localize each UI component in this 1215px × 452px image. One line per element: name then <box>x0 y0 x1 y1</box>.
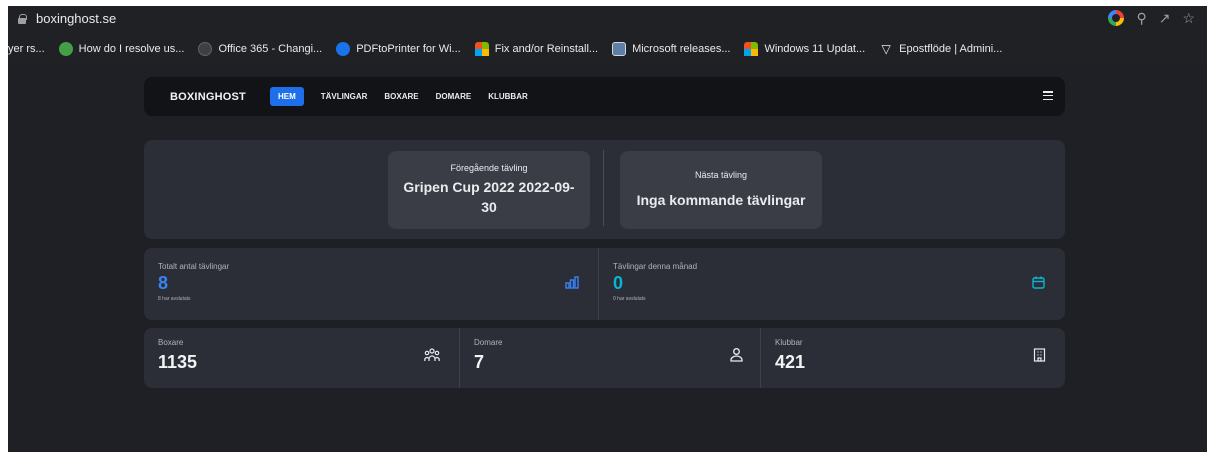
nav-menu: HEM TÄVLINGAR BOXARE DOMARE KLUBBAR <box>269 87 528 106</box>
microsoft-logo-icon <box>474 42 489 56</box>
next-competition-value: Inga kommande tävlingar <box>636 192 806 208</box>
share-icon[interactable]: ↗ <box>1159 10 1171 26</box>
nav-item-boxare[interactable]: BOXARE <box>384 92 418 101</box>
bookmark-star-icon[interactable]: ☆ <box>1182 10 1195 26</box>
competition-stats-panel: Totalt antal tävlingar 8 8 har avslutats… <box>144 248 1065 320</box>
blue-circle-icon <box>336 42 351 56</box>
bookmark-label: Fix and/or Reinstall... <box>494 43 599 55</box>
month-competitions-stat: Tävlingar denna månad 0 0 har avslutats <box>599 248 1065 320</box>
nav-item-hem[interactable]: HEM <box>269 87 304 106</box>
bookmark-item[interactable]: How do I resolve us... <box>58 42 185 56</box>
count-label: Domare <box>474 338 503 347</box>
lock-icon <box>18 13 27 24</box>
bookmark-label: yer rs... <box>8 43 45 55</box>
stat-sub: 8 har avslutats <box>158 296 191 302</box>
previous-competition-value: Gripen Cup 2022 2022-09- 30 <box>388 177 590 217</box>
counts-panel: Boxare 1135 Domare 7 Klubbar 421 <box>144 328 1065 388</box>
zoom-icon[interactable]: ⚲ <box>1136 10 1146 26</box>
bookmark-item[interactable]: yer rs... <box>8 43 45 55</box>
url-text[interactable]: boxinghost.se <box>36 11 116 26</box>
calendar-icon <box>1032 276 1045 292</box>
boxare-count: Boxare 1135 <box>144 328 459 388</box>
bookmark-item[interactable]: Office 365 - Changi... <box>198 42 322 56</box>
bookmark-label: Epostflöde | Admini... <box>899 43 1003 55</box>
competitions-panel: Föregående tävling Gripen Cup 2022 2022-… <box>144 140 1065 239</box>
nav-item-klubbar[interactable]: KLUBBAR <box>488 92 528 101</box>
people-icon <box>424 348 440 365</box>
top-navbar: BOXINGHOST HEM TÄVLINGAR BOXARE DOMARE K… <box>144 77 1065 116</box>
bookmark-item[interactable]: Fix and/or Reinstall... <box>474 42 599 56</box>
bookmark-item[interactable]: PDFtoPrinter for Wi... <box>336 42 461 56</box>
page-content: BOXINGHOST HEM TÄVLINGAR BOXARE DOMARE K… <box>8 66 1207 452</box>
previous-competition-label: Föregående tävling <box>450 163 528 173</box>
stat-sub: 0 har avslutats <box>613 296 646 302</box>
person-icon <box>730 348 743 365</box>
bookmark-label: How do I resolve us... <box>78 43 185 55</box>
count-value: 1135 <box>158 352 198 372</box>
divider <box>603 150 604 226</box>
news-icon <box>612 42 627 56</box>
google-icon[interactable] <box>1108 10 1125 26</box>
bookmark-label: Windows 11 Updat... <box>764 43 866 55</box>
v-shield-icon: ▽ <box>881 42 891 56</box>
stat-label: Totalt antal tävlingar <box>158 262 230 271</box>
previous-competition-line2: 30 <box>481 199 497 215</box>
previous-competition-card[interactable]: Föregående tävling Gripen Cup 2022 2022-… <box>388 151 590 229</box>
bar-chart-icon <box>565 276 579 292</box>
bookmark-label: Office 365 - Changi... <box>218 43 323 55</box>
next-competition-label: Nästa tävling <box>694 170 748 180</box>
microsoft-logo-icon <box>744 42 759 56</box>
green-circle-icon <box>58 42 73 56</box>
browser-chrome: boxinghost.se ⚲ ↗ ☆ yer rs... How do I r… <box>8 6 1207 66</box>
count-value: 421 <box>775 352 806 372</box>
stat-label: Tävlingar denna månad <box>613 262 698 271</box>
globe-icon <box>198 42 213 56</box>
bookmark-item[interactable]: Microsoft releases... <box>612 42 730 56</box>
brand-logo[interactable]: BOXINGHOST <box>170 91 246 103</box>
count-label: Klubbar <box>775 338 803 347</box>
nav-item-tavlingar[interactable]: TÄVLINGAR <box>321 92 368 101</box>
address-bar[interactable]: boxinghost.se ⚲ ↗ ☆ <box>8 6 1207 31</box>
klubbar-count: Klubbar 421 <box>761 328 1065 388</box>
stat-value: 8 <box>158 273 169 293</box>
screen: boxinghost.se ⚲ ↗ ☆ yer rs... How do I r… <box>0 0 1215 452</box>
nav-item-domare[interactable]: DOMARE <box>436 92 472 101</box>
hamburger-menu-icon[interactable] <box>1043 91 1053 100</box>
building-icon <box>1033 348 1046 365</box>
domare-count: Domare 7 <box>460 328 760 388</box>
next-competition-card[interactable]: Nästa tävling Inga kommande tävlingar <box>620 151 822 229</box>
previous-competition-line1: Gripen Cup 2022 2022-09- <box>403 179 575 195</box>
total-competitions-stat: Totalt antal tävlingar 8 8 har avslutats <box>144 248 598 320</box>
bookmarks-bar: yer rs... How do I resolve us... Office … <box>8 37 1207 61</box>
count-value: 7 <box>474 352 485 372</box>
bookmark-item[interactable]: Windows 11 Updat... <box>744 42 865 56</box>
count-label: Boxare <box>158 338 184 347</box>
bookmark-label: Microsoft releases... <box>632 43 731 55</box>
stat-value: 0 <box>613 273 624 293</box>
bookmark-item[interactable]: ▽ Epostflöde | Admini... <box>879 42 1003 56</box>
address-bar-actions: ⚲ ↗ ☆ <box>1108 10 1195 26</box>
bookmark-label: PDFtoPrinter for Wi... <box>356 43 461 55</box>
